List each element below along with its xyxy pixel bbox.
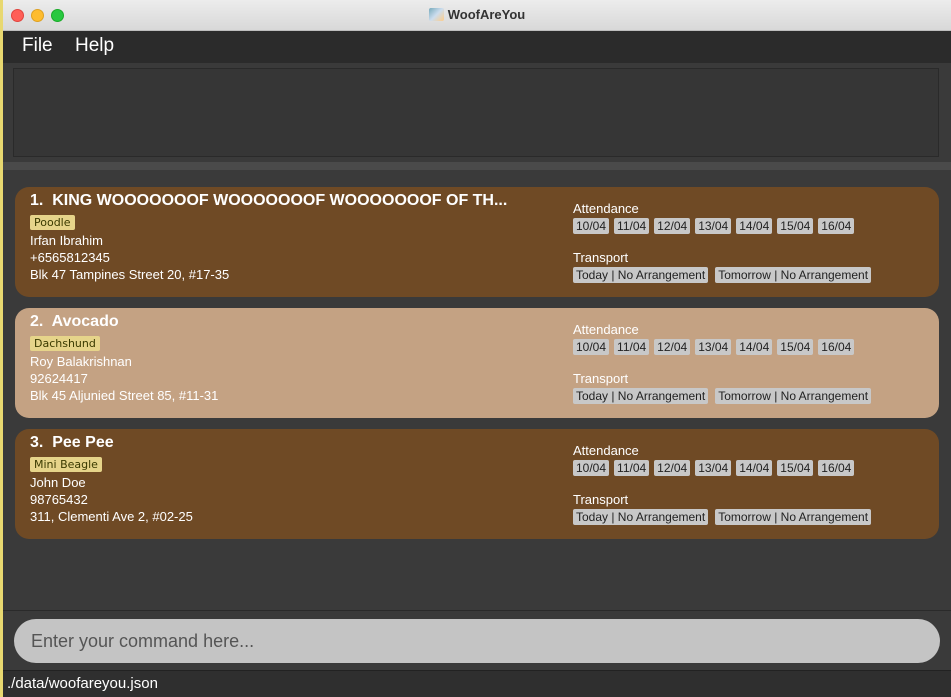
transport-tag: Tomorrow | No Arrangement [715,388,872,404]
date-tag: 12/04 [654,218,691,234]
date-tag: 11/04 [614,460,650,476]
date-tag: 14/04 [736,339,773,355]
owner-name: John Doe [30,475,86,490]
date-tag: 16/04 [818,339,855,355]
pet-list[interactable]: 1. KING WOOOOOOOF WOOOOOOOF WOOOOOOOF OF… [3,170,951,610]
app-window: WoofAreYou File Help 1. KING WOOOOOOOF W… [3,0,951,697]
attendance-dates: 10/04 11/04 12/04 13/04 14/04 15/04 16/0… [573,218,855,234]
save-location: ./data/woofareyou.json [7,675,158,692]
owner-name: Irfan Ibrahim [30,233,103,248]
owner-phone: 98765432 [30,492,88,507]
transport-tags: Today | No Arrangement Tomorrow | No Arr… [573,267,872,283]
transport-tag: Tomorrow | No Arrangement [715,267,872,283]
pet-name: 2. Avocado [30,313,119,330]
status-bar: ./data/woofareyou.json [3,670,951,697]
transport-label: Transport [573,371,629,386]
command-area [3,610,951,670]
date-tag: 11/04 [614,218,650,234]
date-tag: 10/04 [573,460,610,476]
date-tag: 13/04 [695,339,732,355]
pet-name: 3. Pee Pee [30,434,114,451]
menu-bar: File Help [3,31,951,63]
attendance-label: Attendance [573,201,639,216]
app-icon [428,8,444,21]
transport-tag: Tomorrow | No Arrangement [715,509,872,525]
transport-tag: Today | No Arrangement [573,388,709,404]
owner-phone: 92624417 [30,371,88,386]
date-tag: 14/04 [736,218,773,234]
splitter[interactable] [3,162,951,170]
owner-address: 311, Clementi Ave 2, #02-25 [30,509,193,524]
attendance-label: Attendance [573,322,639,337]
window-title: WoofAreYou [3,7,951,22]
date-tag: 16/04 [818,460,855,476]
pet-card[interactable]: 2. Avocado Dachshund Roy Balakrishnan 92… [15,308,939,418]
transport-tag: Today | No Arrangement [573,267,709,283]
date-tag: 10/04 [573,339,610,355]
breed-tag: Mini Beagle [30,457,102,472]
menu-file[interactable]: File [22,35,53,57]
date-tag: 12/04 [654,339,691,355]
pet-card[interactable]: 1. KING WOOOOOOOF WOOOOOOOF WOOOOOOOF OF… [15,187,939,297]
title-bar[interactable]: WoofAreYou [3,0,951,31]
date-tag: 15/04 [777,339,814,355]
date-tag: 12/04 [654,460,691,476]
pet-name: 1. KING WOOOOOOOF WOOOOOOOF WOOOOOOOF OF… [30,192,508,209]
attendance-dates: 10/04 11/04 12/04 13/04 14/04 15/04 16/0… [573,339,855,355]
owner-address: Blk 47 Tampines Street 20, #17-35 [30,267,230,282]
attendance-dates: 10/04 11/04 12/04 13/04 14/04 15/04 16/0… [573,460,855,476]
owner-name: Roy Balakrishnan [30,354,132,369]
breed-tag: Dachshund [30,336,100,351]
transport-label: Transport [573,492,629,507]
result-display[interactable] [13,68,939,157]
attendance-label: Attendance [573,443,639,458]
owner-phone: +6565812345 [30,250,110,265]
date-tag: 14/04 [736,460,773,476]
window-title-text: WoofAreYou [447,7,526,22]
transport-tags: Today | No Arrangement Tomorrow | No Arr… [573,388,872,404]
date-tag: 10/04 [573,218,610,234]
menu-help[interactable]: Help [75,35,114,57]
date-tag: 15/04 [777,460,814,476]
date-tag: 11/04 [614,339,650,355]
date-tag: 13/04 [695,218,732,234]
breed-tag: Poodle [30,215,75,230]
pet-card[interactable]: 3. Pee Pee Mini Beagle John Doe 98765432… [15,429,939,539]
owner-address: Blk 45 Aljunied Street 85, #11-31 [30,388,219,403]
date-tag: 16/04 [818,218,855,234]
command-input[interactable] [14,619,940,663]
date-tag: 15/04 [777,218,814,234]
date-tag: 13/04 [695,460,732,476]
transport-tags: Today | No Arrangement Tomorrow | No Arr… [573,509,872,525]
transport-tag: Today | No Arrangement [573,509,709,525]
transport-label: Transport [573,250,629,265]
